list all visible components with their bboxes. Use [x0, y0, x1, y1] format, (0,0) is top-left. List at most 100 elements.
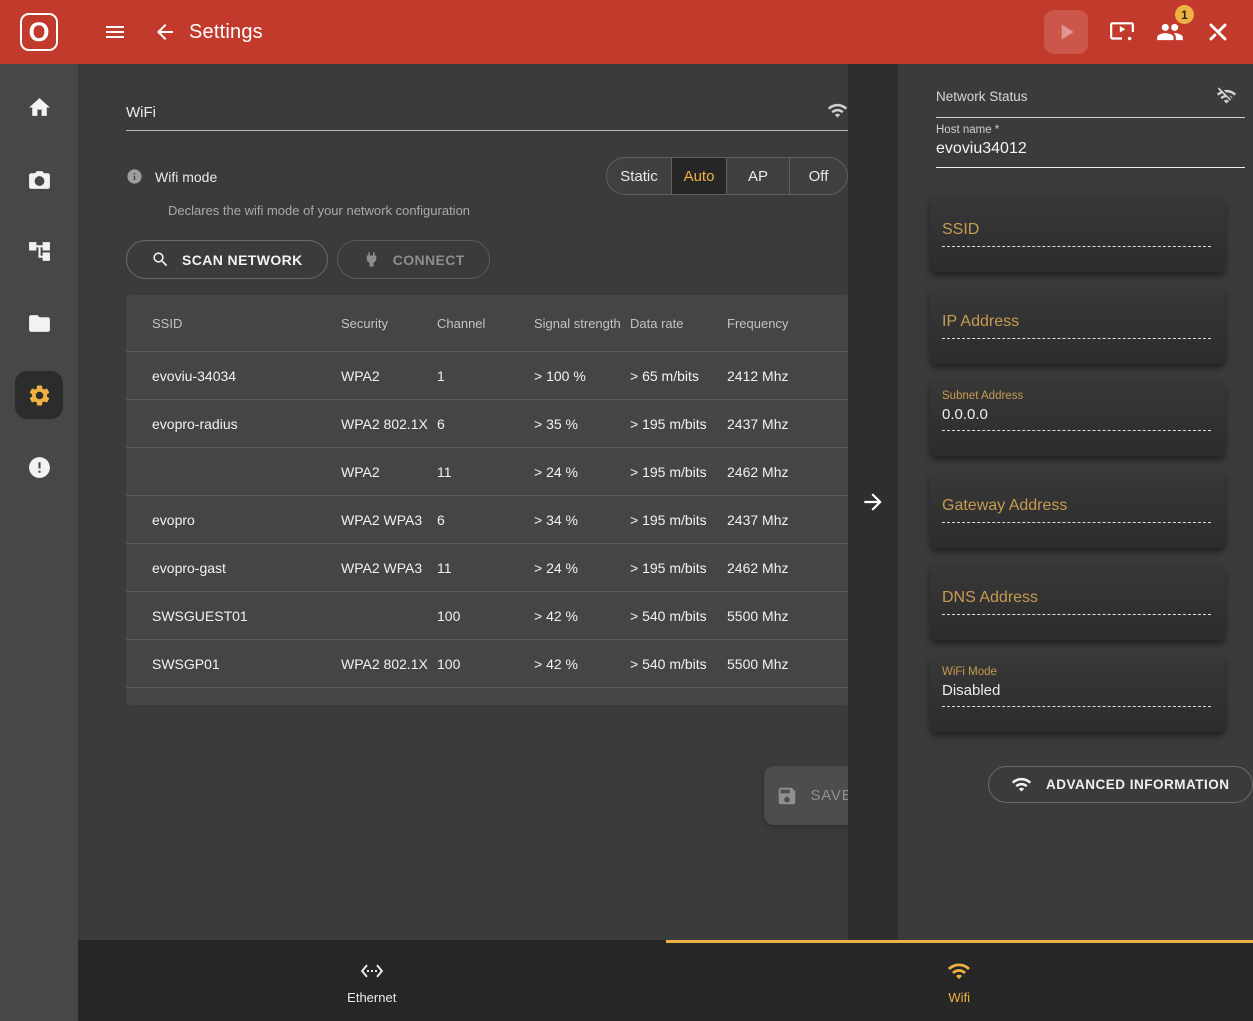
status-card-ip-address[interactable]: IP Address — [930, 288, 1225, 364]
cell-frequency: 2412 Mhz — [727, 368, 848, 384]
cell-frequency: 2462 Mhz — [727, 464, 848, 480]
column-signal-strength: Signal strength — [534, 316, 630, 331]
wifi-icon — [827, 100, 848, 121]
tab-ethernet-label: Ethernet — [347, 990, 396, 1005]
dns-address-label: DNS Address — [942, 589, 1211, 615]
cell-rate: > 195 m/bits — [630, 560, 727, 576]
cell-security: WPA2 WPA3 — [341, 512, 437, 528]
search-icon — [151, 250, 170, 269]
save-label: SAVE — [810, 787, 852, 804]
table-row[interactable]: evoviu-34034 WPA2 1 > 100 % > 65 m/bits … — [126, 351, 848, 399]
sidebar-item-settings[interactable] — [15, 371, 63, 419]
mode-option-static[interactable]: Static — [607, 158, 671, 194]
cell-ssid: evopro — [126, 512, 341, 528]
table-row[interactable]: WPA2 11 > 24 % > 195 m/bits 2462 Mhz — [126, 447, 848, 495]
save-icon — [776, 785, 798, 807]
host-name-field[interactable]: Host name * evoviu34012 — [936, 124, 1245, 168]
wifi-mode-segmented-control: Static Auto AP Off — [606, 157, 848, 195]
tab-wifi[interactable]: Wifi — [666, 940, 1253, 1021]
maintenance-button[interactable] — [1205, 19, 1231, 45]
status-card-subnet-address[interactable]: Subnet Address 0.0.0.0 — [930, 380, 1225, 456]
hamburger-icon — [103, 20, 127, 44]
sidebar-item-files[interactable] — [15, 299, 63, 347]
camera-icon — [27, 167, 52, 192]
live-view-settings-button[interactable] — [1109, 19, 1135, 45]
wifi-settings-main: WiFi Wifi mode Declares the wifi mode of… — [78, 64, 848, 940]
cell-channel: 11 — [437, 560, 534, 576]
back-button[interactable] — [153, 20, 177, 44]
header-actions: 1 — [1044, 10, 1253, 54]
scan-network-button[interactable]: SCAN NETWORK — [126, 240, 328, 279]
wifi-icon — [947, 959, 971, 983]
collapse-panel-arrow[interactable] — [860, 489, 886, 515]
cell-ssid: SWSGUEST01 — [126, 608, 341, 624]
scan-network-label: SCAN NETWORK — [182, 252, 303, 268]
sidebar-item-home[interactable] — [15, 83, 63, 131]
column-frequency: Frequency — [727, 316, 848, 331]
crossed-tools-icon — [1205, 19, 1231, 45]
node-tree-icon — [27, 239, 52, 264]
cell-channel: 100 — [437, 656, 534, 672]
cell-ssid: evoviu-34034 — [126, 368, 341, 384]
status-card-gateway-address[interactable]: Gateway Address — [930, 472, 1225, 548]
cell-channel: 100 — [437, 608, 534, 624]
wifi-section-field[interactable]: WiFi — [126, 100, 848, 131]
play-icon — [1053, 19, 1079, 45]
cell-frequency: 2437 Mhz — [727, 512, 848, 528]
cell-rate: > 195 m/bits — [630, 512, 727, 528]
ssid-label: SSID — [942, 221, 1211, 247]
cell-frequency: 5500 Mhz — [727, 656, 848, 672]
network-status-header: Network Status — [936, 86, 1245, 118]
advanced-information-button[interactable]: ADVANCED INFORMATION — [988, 766, 1253, 803]
tab-ethernet[interactable]: Ethernet — [78, 940, 666, 1021]
wifi-networks-table: SSID Security Channel Signal strength Da… — [126, 295, 848, 705]
info-icon[interactable] — [126, 168, 143, 185]
alert-circle-icon — [27, 455, 52, 480]
column-data-rate: Data rate — [630, 316, 727, 331]
connect-button[interactable]: CONNECT — [337, 240, 490, 279]
table-row[interactable]: evopro-radius WPA2 802.1X 6 > 35 % > 195… — [126, 399, 848, 447]
table-row[interactable]: evopro-gast WPA2 WPA3 11 > 24 % > 195 m/… — [126, 543, 848, 591]
sidebar-item-workflow[interactable] — [15, 227, 63, 275]
status-cards: SSID IP Address Subnet Address 0.0.0.0 G… — [930, 196, 1225, 732]
users-button[interactable]: 1 — [1156, 18, 1184, 46]
clipped-table-row — [126, 687, 848, 705]
subnet-address-value: 0.0.0.0 — [942, 406, 1211, 431]
mode-option-ap[interactable]: AP — [726, 158, 789, 194]
cell-security: WPA2 802.1X — [341, 656, 437, 672]
advanced-information-label: ADVANCED INFORMATION — [1046, 777, 1230, 792]
cell-security: WPA2 WPA3 — [341, 560, 437, 576]
status-card-wifi-mode[interactable]: WiFi Mode Disabled — [930, 656, 1225, 732]
network-status-panel: Network Status Host name * evoviu34012 S… — [898, 64, 1253, 940]
mode-option-auto[interactable]: Auto — [671, 158, 726, 194]
panel-divider-strip — [848, 64, 898, 940]
cell-security: WPA2 — [341, 368, 437, 384]
host-name-value: evoviu34012 — [936, 140, 1245, 158]
cell-rate: > 65 m/bits — [630, 368, 727, 384]
status-card-dns-address[interactable]: DNS Address — [930, 564, 1225, 640]
cell-frequency: 5500 Mhz — [727, 608, 848, 624]
sidebar-item-camera[interactable] — [15, 155, 63, 203]
connect-label: CONNECT — [393, 252, 465, 268]
wifi-off-icon — [1216, 86, 1237, 107]
cell-signal: > 35 % — [534, 416, 630, 432]
table-header-row: SSID Security Channel Signal strength Da… — [126, 295, 848, 351]
sidebar-item-alerts[interactable] — [15, 443, 63, 491]
logo-o-mark: O — [20, 13, 58, 51]
subnet-address-label: Subnet Address — [942, 390, 1211, 402]
status-card-ssid[interactable]: SSID — [930, 196, 1225, 272]
wifi-section-label: WiFi — [126, 104, 156, 121]
cell-rate: > 540 m/bits — [630, 656, 727, 672]
cell-signal: > 34 % — [534, 512, 630, 528]
hamburger-menu-button[interactable] — [103, 20, 127, 44]
wifi-mode-status-label: WiFi Mode — [942, 666, 1211, 678]
table-row[interactable]: evopro WPA2 WPA3 6 > 34 % > 195 m/bits 2… — [126, 495, 848, 543]
table-row[interactable]: SWSGP01 WPA2 802.1X 100 > 42 % > 540 m/b… — [126, 639, 848, 687]
mode-option-off[interactable]: Off — [789, 158, 847, 194]
arrow-left-icon — [153, 20, 177, 44]
wifi-mode-description: Declares the wifi mode of your network c… — [168, 203, 848, 218]
tab-wifi-label: Wifi — [948, 990, 970, 1005]
play-button[interactable] — [1044, 10, 1088, 54]
network-type-tabs: Ethernet Wifi — [78, 940, 1253, 1021]
table-row[interactable]: SWSGUEST01 100 > 42 % > 540 m/bits 5500 … — [126, 591, 848, 639]
